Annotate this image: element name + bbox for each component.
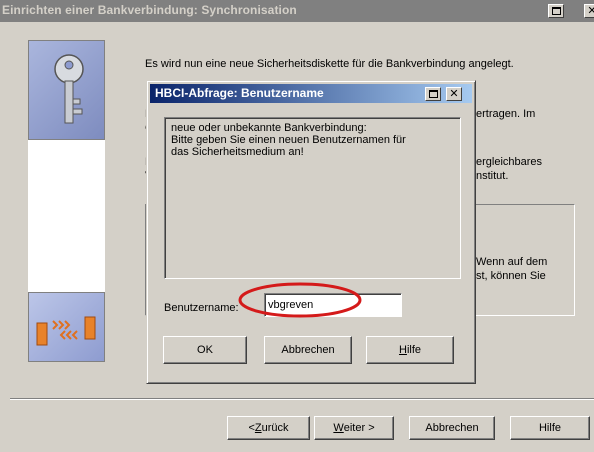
intro-text: Es wird nun eine neue Sicherheitsdiskett… bbox=[145, 58, 514, 70]
wizard-help-title-button[interactable] bbox=[548, 4, 564, 18]
wizard-help-button[interactable]: Hilfe bbox=[510, 416, 590, 440]
dialog-help-title-button[interactable] bbox=[425, 87, 441, 101]
sync-panel bbox=[28, 292, 105, 362]
dialog-cancel-button[interactable]: Abbrechen bbox=[264, 336, 352, 364]
wizard-titlebar: Einrichten einer Bankverbindung: Synchro… bbox=[0, 0, 594, 22]
back-button-mnemonic: Z bbox=[254, 422, 262, 434]
wizard-side-panel bbox=[28, 40, 105, 362]
background-text: st, können Sie bbox=[476, 270, 546, 282]
background-text: nstitut. bbox=[476, 170, 509, 182]
hbci-username-dialog: HBCI-Abfrage: Benutzername ✕ neue oder u… bbox=[146, 80, 476, 384]
dialog-titlebar: HBCI-Abfrage: Benutzername ✕ bbox=[150, 84, 472, 103]
wizard-cancel-label: Abbrechen bbox=[425, 422, 479, 434]
window-icon bbox=[551, 7, 561, 15]
wizard-title: Einrichten einer Bankverbindung: Synchro… bbox=[2, 3, 297, 17]
dialog-help-label: ilfe bbox=[406, 344, 421, 356]
next-button-label: eiter > bbox=[343, 422, 375, 434]
wizard-close-button[interactable]: ✕ bbox=[584, 4, 594, 18]
next-button-mnemonic: W bbox=[333, 422, 344, 434]
sync-arrows-icon bbox=[36, 316, 96, 346]
dialog-help-mnemonic: H bbox=[398, 344, 407, 356]
next-button[interactable]: Weiter > bbox=[314, 416, 394, 440]
username-label: Benutzername: bbox=[164, 302, 239, 314]
key-panel bbox=[28, 40, 105, 140]
background-text: Wenn auf dem bbox=[476, 256, 548, 268]
back-button[interactable]: < Zurück bbox=[227, 416, 310, 440]
background-text: ertragen. Im bbox=[476, 108, 536, 120]
dialog-ok-label: OK bbox=[197, 344, 213, 356]
button-separator bbox=[10, 398, 594, 400]
dialog-title: HBCI-Abfrage: Benutzername bbox=[155, 86, 324, 100]
wizard-help-label: Hilfe bbox=[538, 422, 561, 434]
username-input[interactable] bbox=[264, 293, 402, 317]
dialog-close-button[interactable]: ✕ bbox=[446, 87, 462, 101]
dialog-message: neue oder unbekannte Bankverbindung: Bit… bbox=[164, 117, 461, 279]
dialog-ok-button[interactable]: OK bbox=[163, 336, 247, 364]
wizard-cancel-button[interactable]: Abbrechen bbox=[409, 416, 495, 440]
key-icon bbox=[54, 54, 84, 124]
dialog-help-button[interactable]: Hilfe bbox=[366, 336, 454, 364]
background-text: ergleichbares bbox=[476, 156, 543, 168]
dialog-cancel-label: Abbrechen bbox=[281, 344, 335, 356]
window-icon bbox=[428, 90, 438, 98]
back-button-label: urück bbox=[261, 422, 289, 434]
